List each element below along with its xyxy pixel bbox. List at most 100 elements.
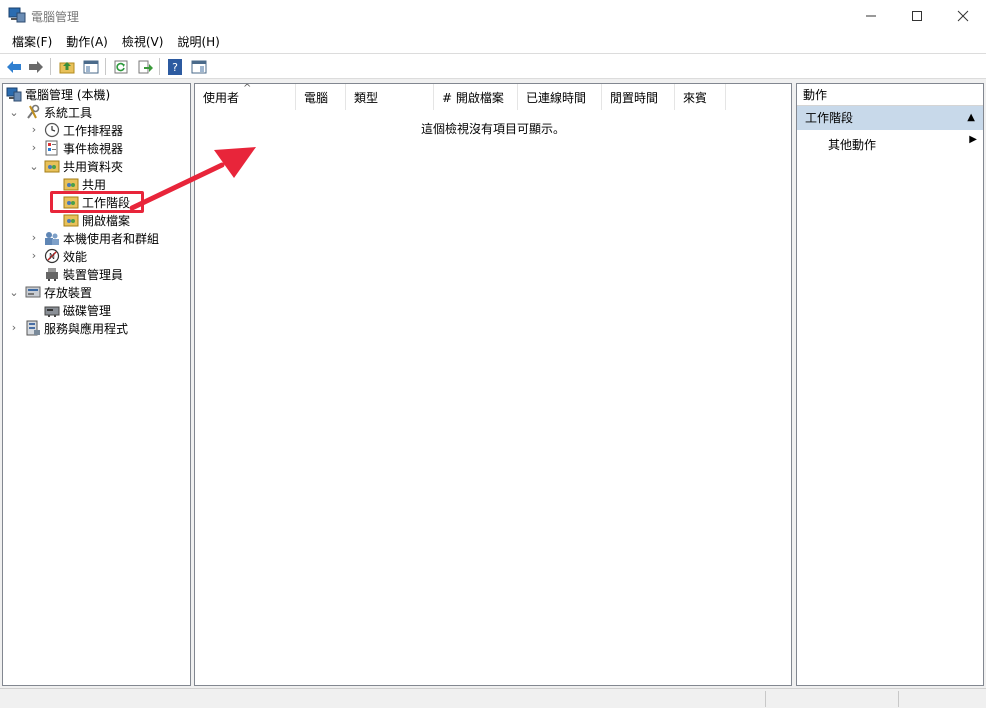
chevron-right-icon[interactable]: › — [29, 142, 39, 153]
collapse-caret-icon[interactable]: ▲ — [967, 106, 975, 130]
action-pane: 動作 工作階段 ▲ 其他動作 ▶ — [796, 83, 984, 686]
tree-item-root[interactable]: 電腦管理 (本機) — [6, 85, 110, 103]
status-bar — [0, 688, 986, 708]
device-manager-icon — [46, 268, 58, 281]
highlight-annotation-box — [50, 191, 144, 213]
tree-item-label: 效能 — [63, 249, 88, 264]
status-bar-divider — [898, 691, 899, 707]
tree-item-shared-folders[interactable]: 共用資料夾 — [44, 157, 123, 175]
tree-item-device-manager[interactable]: 裝置管理員 — [44, 265, 123, 283]
action-section-sessions[interactable]: 工作階段 ▲ — [797, 106, 983, 130]
title-bar: 電腦管理 — [0, 0, 986, 31]
tree-item-label: 服務與應用程式 — [44, 321, 129, 336]
menu-help[interactable]: 說明(H) — [170, 31, 226, 53]
submenu-arrow-icon[interactable]: ▶ — [969, 134, 977, 145]
results-list[interactable]: 使用者 ^ 電腦 類型 # 開啟檔案 已連線時間 閒置時間 來賓 這個檢視沒有項… — [194, 83, 792, 686]
close-button[interactable] — [940, 0, 986, 31]
tree-item-system-tools[interactable]: 系統工具 — [25, 103, 92, 121]
shared-folder-icon — [63, 178, 79, 191]
tree-item-storage[interactable]: 存放裝置 — [25, 283, 92, 301]
toolbar: ? — [0, 53, 986, 79]
maximize-button[interactable] — [894, 0, 940, 31]
chevron-right-icon[interactable]: › — [29, 232, 39, 243]
back-button[interactable] — [5, 58, 23, 75]
column-header-label: # 開啟檔案 — [442, 90, 504, 105]
toolbar-separator — [50, 58, 51, 75]
chevron-right-icon[interactable]: › — [9, 322, 19, 333]
tools-icon — [27, 104, 40, 119]
help-button[interactable]: ? — [166, 58, 184, 75]
chevron-down-icon[interactable]: ⌄ — [29, 161, 39, 172]
performance-icon: N — [44, 248, 60, 264]
storage-icon — [25, 286, 41, 298]
menu-action[interactable]: 動作(A) — [59, 31, 115, 53]
tree-item-label: 存放裝置 — [44, 285, 93, 300]
menu-file[interactable]: 檔案(F) — [5, 31, 59, 53]
sort-ascending-icon: ^ — [243, 83, 252, 94]
clock-icon — [44, 122, 60, 138]
export-list-icon — [138, 60, 153, 73]
column-header-computer[interactable]: 電腦 — [296, 84, 346, 110]
tree-item-label: 系統工具 — [44, 105, 93, 120]
window-title: 電腦管理 — [31, 10, 80, 24]
computer-management-icon — [6, 87, 22, 102]
tree-item-performance[interactable]: N 效能 — [44, 247, 87, 265]
column-header-type[interactable]: 類型 — [346, 84, 434, 110]
chevron-right-icon[interactable]: › — [29, 250, 39, 261]
up-one-level-button[interactable] — [58, 58, 76, 75]
refresh-button[interactable] — [112, 58, 130, 75]
toolbar-separator — [105, 58, 106, 75]
tree-item-label: 裝置管理員 — [63, 267, 124, 282]
tree-item-services-applications[interactable]: 服務與應用程式 — [25, 319, 128, 337]
column-header-label: 已連線時間 — [526, 90, 587, 105]
column-header-open-files[interactable]: # 開啟檔案 — [434, 84, 518, 110]
empty-list-message: 這個檢視沒有項目可顯示。 — [420, 122, 565, 136]
tree-item-event-viewer[interactable]: 事件檢視器 — [44, 139, 123, 157]
users-icon — [45, 232, 59, 245]
menu-view[interactable]: 檢視(V) — [115, 31, 171, 53]
refresh-icon — [114, 60, 128, 73]
column-header-guest[interactable]: 來賓 — [675, 84, 726, 110]
console-tree[interactable]: 電腦管理 (本機) ⌄ 系統工具 › 工作排程器 › 事件檢視器 ⌄ 共用資料夾… — [2, 83, 191, 686]
column-header-label: 電腦 — [304, 90, 329, 105]
shared-folder-icon — [44, 160, 60, 173]
more-actions-item[interactable]: 其他動作 — [828, 136, 876, 153]
maximize-icon — [912, 10, 922, 21]
column-header-label: 使用者 — [203, 90, 240, 105]
tree-item-label: 開啟檔案 — [82, 213, 131, 228]
forward-button[interactable] — [27, 58, 45, 75]
column-header-label: 來賓 — [683, 90, 708, 105]
tree-item-task-scheduler[interactable]: 工作排程器 — [44, 121, 123, 139]
tree-item-disk-management[interactable]: 磁碟管理 — [44, 301, 111, 319]
column-header-idle-time[interactable]: 閒置時間 — [602, 84, 675, 110]
status-bar-divider — [765, 691, 766, 707]
back-arrow-icon — [7, 60, 21, 73]
column-header-connected-time[interactable]: 已連線時間 — [518, 84, 602, 110]
action-pane-header: 動作 — [797, 84, 983, 106]
minimize-icon — [866, 15, 876, 16]
close-icon — [957, 10, 969, 21]
forward-arrow-icon — [29, 60, 43, 73]
tree-item-label: 本機使用者和群組 — [63, 231, 160, 246]
action-section-label: 工作階段 — [805, 111, 854, 125]
minimize-button[interactable] — [848, 0, 894, 31]
tree-item-label: 工作排程器 — [63, 123, 124, 138]
chevron-right-icon[interactable]: › — [29, 124, 39, 135]
menu-bar: 檔案(F) 動作(A) 檢視(V) 說明(H) — [0, 31, 986, 53]
tree-item-label: 共用 — [82, 177, 107, 192]
column-header-label: 類型 — [354, 90, 379, 105]
tree-item-label: 事件檢視器 — [63, 141, 124, 156]
tree-item-label: 電腦管理 (本機) — [25, 87, 111, 102]
help-icon: ? — [168, 58, 182, 75]
chevron-down-icon[interactable]: ⌄ — [9, 107, 19, 118]
tree-item-label: 共用資料夾 — [63, 159, 124, 174]
tree-item-open-files[interactable]: 開啟檔案 — [63, 211, 130, 229]
up-folder-icon — [59, 61, 75, 73]
tree-item-local-users-groups[interactable]: 本機使用者和群組 — [44, 229, 159, 247]
show-hide-tree-icon — [83, 60, 99, 73]
column-header-user[interactable]: 使用者 ^ — [195, 84, 296, 110]
show-hide-action-pane-button[interactable] — [190, 58, 208, 75]
show-hide-tree-button[interactable] — [82, 58, 100, 75]
chevron-down-icon[interactable]: ⌄ — [9, 287, 19, 298]
export-list-button[interactable] — [136, 58, 154, 75]
